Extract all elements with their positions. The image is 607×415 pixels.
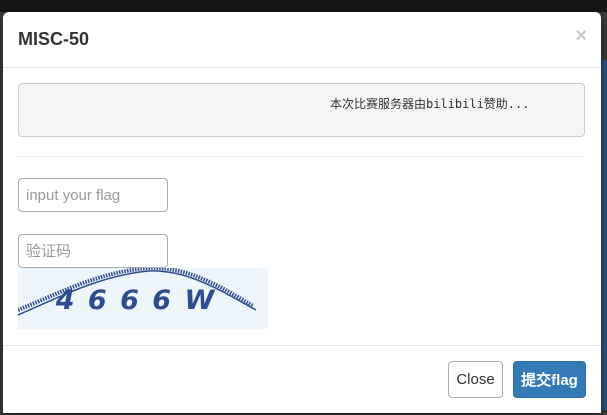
captcha-image[interactable]: 4 6 6 6 W bbox=[18, 268, 268, 329]
captcha-text: 4 6 6 6 W bbox=[55, 285, 217, 316]
flag-submit-modal: MISC-50 × 本次比赛服务器由bilibili赞助... 4 6 6 6 … bbox=[3, 12, 601, 413]
top-bar bbox=[0, 0, 607, 12]
modal-title: MISC-50 bbox=[18, 29, 90, 49]
modal-footer: Close 提交flag bbox=[3, 345, 601, 413]
divider bbox=[18, 156, 585, 157]
submit-flag-button[interactable]: 提交flag bbox=[513, 361, 586, 398]
close-icon[interactable]: × bbox=[575, 26, 587, 46]
challenge-description: 本次比赛服务器由bilibili赞助... bbox=[330, 97, 530, 111]
flag-input[interactable] bbox=[18, 178, 168, 212]
close-button[interactable]: Close bbox=[448, 361, 503, 398]
captcha-input[interactable] bbox=[18, 234, 168, 268]
modal-header: MISC-50 × bbox=[3, 12, 601, 68]
challenge-description-box: 本次比赛服务器由bilibili赞助... bbox=[18, 83, 585, 137]
